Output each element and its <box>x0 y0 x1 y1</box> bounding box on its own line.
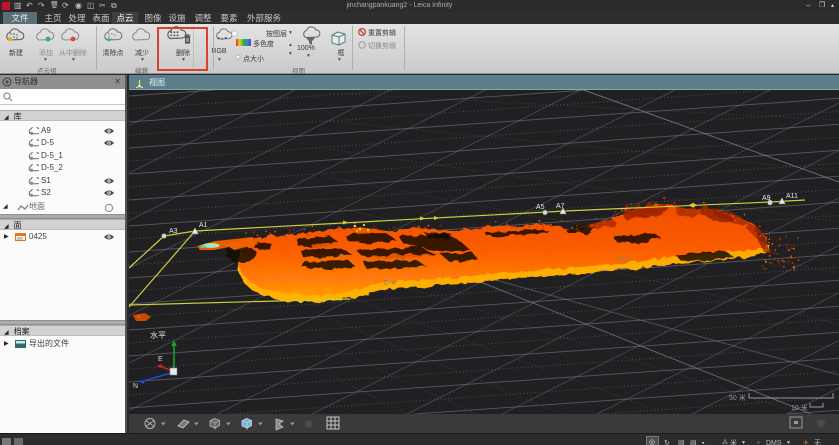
svg-text:D-3: D-3 <box>618 256 629 263</box>
svg-text:A11: A11 <box>786 193 798 200</box>
svg-text:abc: abc <box>17 236 23 241</box>
svg-text:A7: A7 <box>556 203 565 210</box>
svg-text:D-4: D-4 <box>384 280 395 287</box>
svg-text:50 米: 50 米 <box>729 393 746 402</box>
svg-text:A9: A9 <box>762 195 771 202</box>
svg-text:A3: A3 <box>169 228 178 235</box>
svg-text:A1: A1 <box>199 222 208 229</box>
svg-text:水平: 水平 <box>150 330 166 340</box>
svg-text:10 米: 10 米 <box>791 403 808 412</box>
svg-text:E: E <box>158 356 163 363</box>
svg-text:A5: A5 <box>536 204 545 211</box>
svg-text:N: N <box>133 383 138 390</box>
